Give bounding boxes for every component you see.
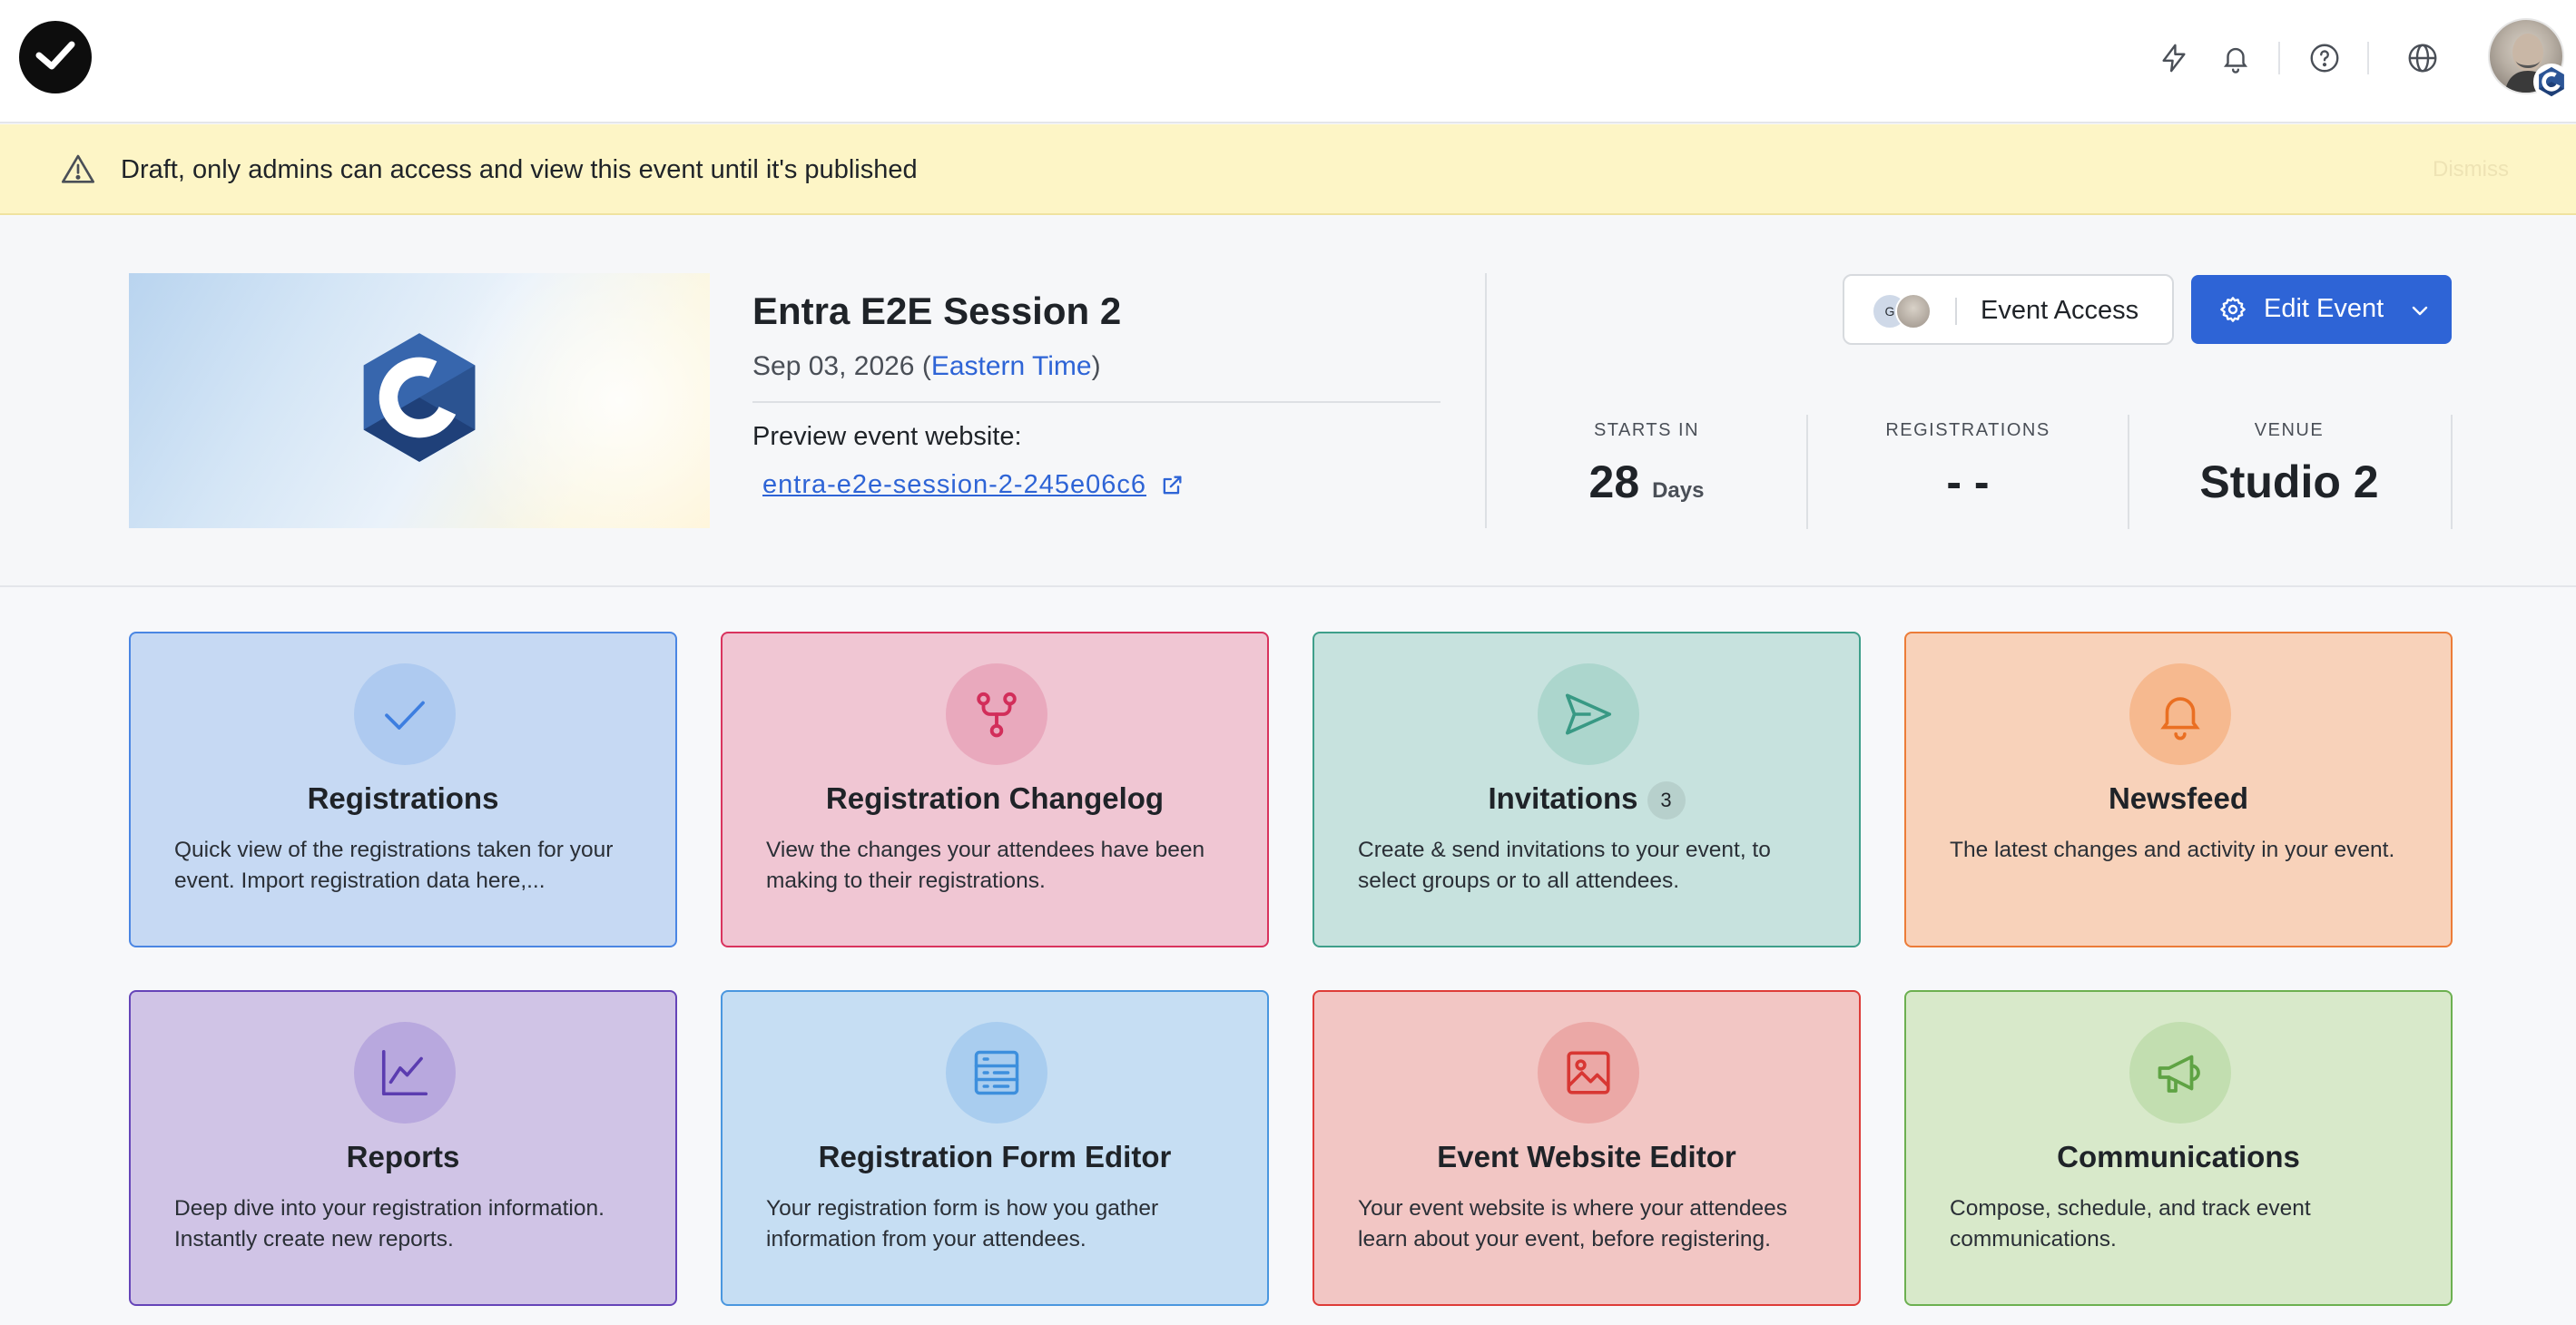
user-avatar-button[interactable] — [2488, 18, 2570, 100]
card-icon-circle — [2129, 663, 2231, 765]
card-title: Registration Changelog — [825, 781, 1165, 815]
app-logo[interactable] — [19, 21, 92, 93]
stat-value: - - — [1946, 456, 1990, 507]
card-title: Event Website Editor — [1437, 1140, 1736, 1173]
toolbar-divider — [2278, 42, 2280, 74]
image-icon — [1567, 1051, 1610, 1094]
cpp-logo-icon — [363, 333, 476, 462]
card-registrations[interactable]: Registrations Quick view of the registra… — [129, 632, 677, 947]
card-icon-circle — [946, 1022, 1047, 1124]
card-description: Compose, schedule, and track event commu… — [1950, 1196, 2311, 1251]
invitations-count-badge: 3 — [1647, 781, 1686, 820]
card-description: Your event website is where your attende… — [1358, 1196, 1788, 1251]
org-badge — [2533, 64, 2570, 100]
stat-unit: Days — [1652, 478, 1705, 503]
megaphone-icon — [2158, 1055, 2200, 1093]
preview-label: Preview event website: — [752, 422, 1022, 451]
card-registration-form-editor[interactable]: Registration Form Editor Your registrati… — [721, 990, 1269, 1306]
card-title: Newsfeed — [2108, 781, 2249, 815]
event-cover-image — [129, 273, 710, 528]
check-icon — [385, 701, 425, 730]
bell-icon[interactable] — [2216, 38, 2256, 78]
chart-line-icon — [381, 1049, 428, 1096]
event-date-text: Sep 03, 2026 — [752, 351, 915, 381]
gear-icon — [2220, 297, 2246, 322]
stat-label: REGISTRATIONS — [1885, 420, 2050, 440]
stat-label: STARTS IN — [1593, 420, 1700, 440]
card-icon-circle — [946, 663, 1047, 765]
stat-venue: VENUE Studio 2 — [2129, 415, 2449, 529]
stat-registrations: REGISTRATIONS - - — [1808, 415, 2128, 529]
card-event-website-editor[interactable]: Event Website Editor Your event website … — [1313, 990, 1861, 1306]
timezone-link[interactable]: Eastern Time — [931, 351, 1092, 381]
branch-icon — [977, 692, 1017, 738]
stat-divider — [2451, 415, 2453, 529]
preview-website-link[interactable]: entra-e2e-session-2-245e06c6 — [762, 470, 1185, 500]
warning-icon — [60, 152, 96, 188]
external-link-icon — [1163, 476, 1182, 494]
card-description: View the changes your attendees have bee… — [766, 838, 1205, 893]
stat-value: Studio 2 — [2199, 456, 2379, 507]
event-date: Sep 03, 2026 (Eastern Time) — [752, 351, 1101, 381]
card-icon-circle — [1538, 663, 1639, 765]
event-header: Entra E2E Session 2 Sep 03, 2026 (Easter… — [0, 217, 2576, 587]
globe-icon[interactable] — [2403, 38, 2443, 78]
card-title-text: Invitations — [1488, 781, 1638, 815]
event-access-button[interactable]: G Event Access — [1843, 274, 2174, 345]
stat-starts-in: STARTS IN 28 Days — [1487, 415, 1806, 529]
card-icon-circle — [1538, 1022, 1639, 1124]
card-description: The latest changes and activity in your … — [1950, 838, 2395, 862]
lightning-icon[interactable] — [2154, 38, 2194, 78]
top-bar — [0, 0, 2576, 123]
access-avatar-photo — [1895, 293, 1932, 329]
card-description: Create & send invitations to your event,… — [1358, 838, 1771, 893]
card-icon-circle — [354, 663, 456, 765]
card-newsfeed[interactable]: Newsfeed The latest changes and activity… — [1904, 632, 2453, 947]
card-description: Quick view of the registrations taken fo… — [174, 838, 614, 893]
bell-icon — [2160, 697, 2200, 741]
card-description: Your registration form is how you gather… — [766, 1196, 1159, 1251]
cpp-hex-icon — [2539, 66, 2564, 97]
card-title: Registrations — [307, 781, 499, 815]
toolbar-divider — [2367, 42, 2369, 74]
button-divider — [1955, 298, 1957, 325]
chevron-down-icon — [2412, 306, 2428, 316]
card-registration-changelog[interactable]: Registration Changelog View the changes … — [721, 632, 1269, 947]
card-title: Invitations 3 — [1314, 781, 1859, 820]
header-divider — [752, 401, 1440, 403]
card-icon-circle — [2129, 1022, 2231, 1124]
help-icon[interactable] — [2305, 38, 2345, 78]
edit-event-button[interactable]: Edit Event — [2191, 275, 2452, 344]
checkmark-logo-icon — [35, 41, 75, 70]
card-communications[interactable]: Communications Compose, schedule, and tr… — [1904, 990, 2453, 1306]
card-icon-circle — [354, 1022, 456, 1124]
draft-banner: Draft, only admins can access and view t… — [0, 124, 2576, 215]
dismiss-banner-button[interactable]: Dismiss — [2433, 157, 2509, 182]
card-reports[interactable]: Reports Deep dive into your registration… — [129, 990, 677, 1306]
card-title: Communications — [2057, 1140, 2300, 1173]
preview-link-text: entra-e2e-session-2-245e06c6 — [762, 470, 1146, 499]
stat-number: 28 — [1588, 456, 1640, 507]
card-invitations[interactable]: Invitations 3 Create & send invitations t… — [1313, 632, 1861, 947]
draft-banner-text: Draft, only admins can access and view t… — [121, 155, 918, 184]
card-title: Reports — [346, 1140, 460, 1173]
event-title: Entra E2E Session 2 — [752, 290, 1122, 332]
stat-label: VENUE — [2254, 420, 2325, 440]
card-title: Registration Form Editor — [818, 1140, 1172, 1173]
send-icon — [1565, 693, 1612, 735]
event-access-label: Event Access — [1981, 296, 2139, 325]
card-description: Deep dive into your registration informa… — [174, 1196, 605, 1251]
form-icon — [974, 1050, 1019, 1095]
edit-event-label: Edit Event — [2264, 294, 2384, 323]
stat-value: 28 Days — [1487, 456, 1806, 508]
